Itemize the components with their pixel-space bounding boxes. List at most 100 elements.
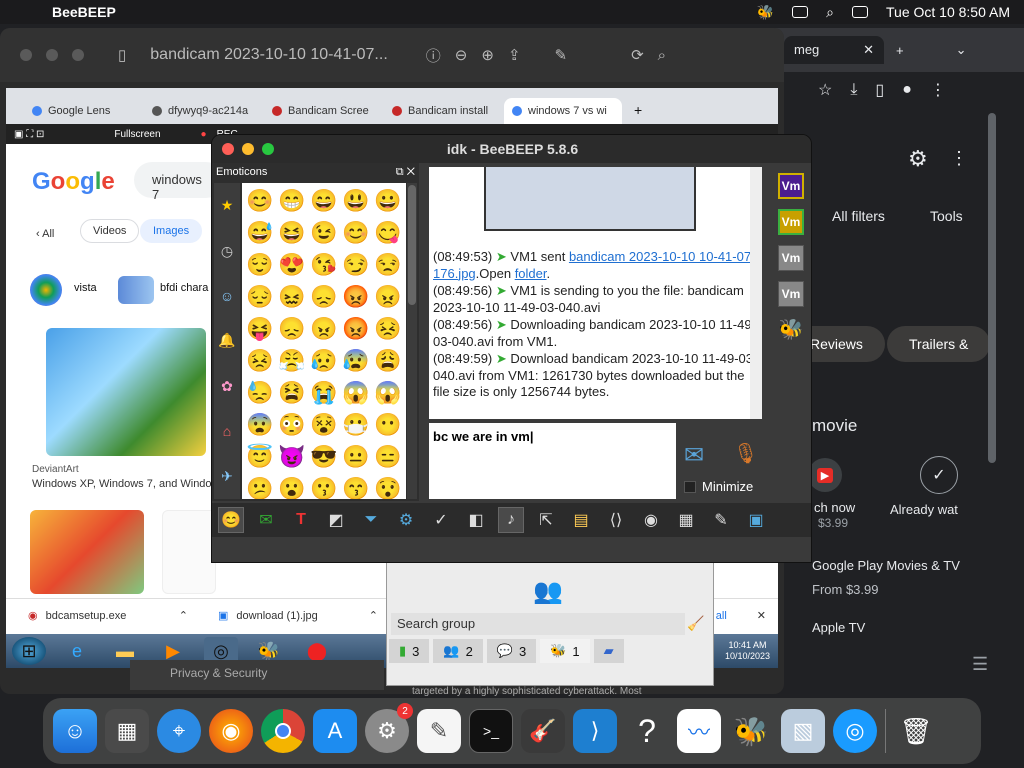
screen-mirroring-icon[interactable] (792, 6, 809, 18)
emoticon-item[interactable]: 😨 (244, 409, 276, 441)
emoticon-item[interactable]: 😑 (372, 441, 404, 473)
emoticon-item[interactable]: 😐 (340, 441, 372, 473)
profile-icon[interactable]: ● (902, 81, 912, 99)
textedit-icon[interactable]: ✎ (417, 709, 461, 753)
tab-files[interactable]: ▰ (593, 639, 624, 663)
related-bfdi[interactable]: bfdi chara (160, 282, 208, 294)
emoticon-item[interactable]: 😰 (340, 345, 372, 377)
emoticon-item[interactable]: 😏 (340, 249, 372, 281)
tab-chats[interactable]: ▮ 3 (389, 639, 430, 663)
download-item[interactable]: ▣ download (1).jpg ⌃ (218, 609, 378, 623)
emoticon-item[interactable]: 😉 (308, 217, 340, 249)
voice-message-icon[interactable]: 🎙 (733, 441, 758, 473)
win7-start-icon[interactable]: ⊞ (12, 637, 46, 665)
emoticon-item[interactable]: 😈 (276, 441, 308, 473)
menubar-clock[interactable]: Tue Oct 10 8:50 AM (886, 4, 1010, 20)
nature-flower-icon[interactable]: ✿ (221, 378, 233, 395)
close-dot-icon[interactable] (20, 49, 32, 61)
tab-bee-users[interactable]: 🐝 1 (540, 639, 590, 663)
app-menu-name[interactable]: BeeBEEP (52, 4, 116, 20)
share-icon[interactable]: ⇪ (508, 46, 521, 64)
system-settings-icon[interactable]: ⚙ 2 (365, 703, 413, 753)
emoticons-button-icon[interactable]: 😊 (218, 507, 244, 533)
terminal-icon[interactable]: >_ (469, 709, 513, 753)
sidebar-icon[interactable]: ▯ (875, 80, 884, 100)
emoticon-item[interactable]: 😊 (340, 217, 372, 249)
minimize-checkbox[interactable]: Minimize (684, 479, 753, 494)
chevron-down-icon[interactable]: ⌄ (956, 42, 967, 58)
emoticon-item[interactable]: 😇 (244, 441, 276, 473)
settings-gear-icon[interactable]: ⚙ (908, 146, 928, 172)
tab-users[interactable]: 👥 2 (433, 639, 483, 663)
bandicam-tools-icon[interactable]: ▣ ⛶ ⊡ (14, 129, 44, 140)
zoom-out-icon[interactable]: ⊖ (455, 46, 468, 64)
more-menu-icon[interactable]: ⋮ (930, 80, 946, 100)
emoticon-item[interactable]: 😳 (276, 409, 308, 441)
close-window-icon[interactable] (222, 143, 234, 155)
emoticon-item[interactable]: 😣 (244, 345, 276, 377)
chevron-up-icon[interactable]: ⌃ (179, 609, 188, 622)
vscode-icon[interactable]: ⟩ (573, 709, 617, 753)
chip-all[interactable]: ‹ All (24, 223, 67, 245)
user-vm-avatar[interactable]: Vm (778, 209, 804, 235)
symbols-icon[interactable]: ✈ (221, 468, 233, 485)
clear-search-icon[interactable]: 🧹 (687, 615, 704, 632)
zoom-dot-icon[interactable] (72, 49, 84, 61)
emoticon-item[interactable]: 😖 (276, 281, 308, 313)
win7-clock[interactable]: 10:41 AM 10/10/2023 (725, 640, 770, 662)
emoticon-item[interactable]: 😅 (244, 217, 276, 249)
emoticon-item[interactable]: 😒 (372, 249, 404, 281)
emoticon-item[interactable]: 😱 (372, 377, 404, 409)
apple-tv-title[interactable]: Apple TV (812, 620, 865, 635)
download-item[interactable]: ◉ bdcamsetup.exe ⌃ (28, 609, 188, 623)
emoticon-item[interactable]: 😣 (372, 313, 404, 345)
emoticon-item[interactable]: 😃 (340, 185, 372, 217)
search-group-input[interactable]: Search group (391, 613, 685, 635)
emoticon-item[interactable]: 😕 (244, 473, 276, 499)
search-icon[interactable]: ⌕ (658, 47, 666, 64)
emoticon-item[interactable]: 😠 (308, 313, 340, 345)
chrome-tab[interactable]: meg ✕ (784, 36, 884, 64)
windows-logo-thumb[interactable] (30, 510, 144, 594)
emoticon-item[interactable]: 😓 (244, 377, 276, 409)
windows-xp-7-image[interactable] (46, 328, 206, 456)
launchpad-icon[interactable]: ▦ (105, 709, 149, 753)
rotate-icon[interactable]: ⟳ (631, 46, 644, 64)
minimize-dot-icon[interactable] (46, 49, 58, 61)
google-play-title[interactable]: Google Play Movies & TV (812, 558, 960, 573)
share-screen-icon[interactable]: ⇱ (533, 507, 559, 533)
objects-bell-icon[interactable]: 🔔 (218, 332, 235, 349)
preview-icon[interactable]: ▧ (781, 709, 825, 753)
emoticon-item[interactable]: 😆 (276, 217, 308, 249)
user-vm-avatar[interactable]: Vm (778, 281, 804, 307)
image-caption[interactable]: Windows XP, Windows 7, and Windo (32, 478, 212, 490)
chevron-up-icon[interactable]: ⌃ (369, 609, 378, 622)
safari-icon[interactable]: ⌖ (157, 709, 201, 753)
close-icon[interactable]: ✕ (863, 42, 874, 58)
emoticon-item[interactable]: 😞 (308, 281, 340, 313)
people-icon[interactable]: ☺ (220, 288, 234, 304)
filter-sliders-icon[interactable]: ☰ (972, 654, 988, 675)
user-vm-avatar[interactable]: Vm (778, 245, 804, 271)
emoticon-item[interactable]: 😡 (340, 281, 372, 313)
print-icon[interactable]: ▣ (743, 507, 769, 533)
minimize-window-icon[interactable] (242, 143, 254, 155)
control-center-icon[interactable] (852, 6, 868, 18)
trailers-chip[interactable]: Trailers & (887, 326, 991, 362)
emoticon-item[interactable]: 😄 (308, 185, 340, 217)
vm-tab[interactable]: Bandicam install (384, 98, 502, 124)
panel-float-close-icon[interactable]: ⧉ ✕ (396, 166, 415, 178)
emoticon-item[interactable]: 😥 (308, 345, 340, 377)
emoticon-scrollbar[interactable] (407, 183, 417, 499)
recent-clock-icon[interactable]: ◷ (221, 243, 233, 260)
vm-tab[interactable]: Google Lens (24, 98, 142, 124)
emoticon-item[interactable]: 😯 (372, 473, 404, 499)
close-icon[interactable]: ✕ (757, 609, 766, 622)
app-store-icon[interactable]: A (313, 709, 357, 753)
emoticon-item[interactable]: 😊 (244, 185, 276, 217)
new-tab-icon[interactable]: + (896, 43, 904, 58)
send-mail-icon[interactable]: ✉ (253, 507, 279, 533)
image-thumbnail-preview[interactable] (484, 167, 696, 231)
chat-scrollbar[interactable] (750, 167, 762, 419)
zoom-in-icon[interactable]: ⊕ (481, 46, 494, 64)
